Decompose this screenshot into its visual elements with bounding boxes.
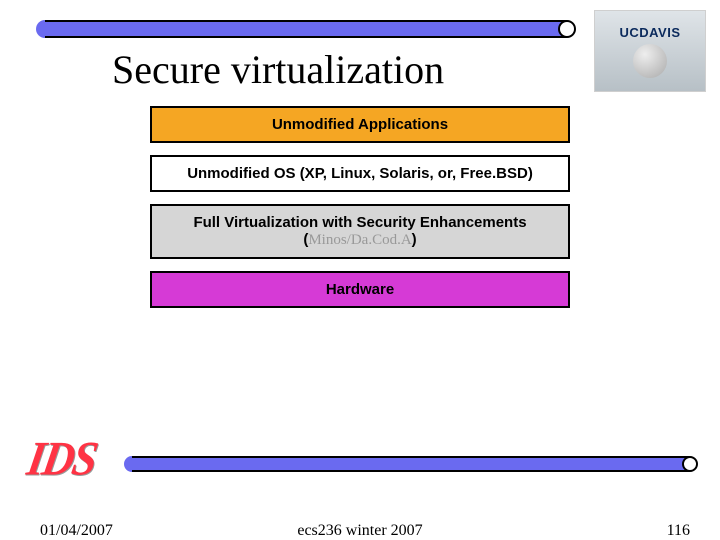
virtualization-stack: Unmodified Applications Unmodified OS (X… xyxy=(150,106,570,320)
virt-main-label: Full Virtualization with Security Enhanc… xyxy=(193,214,526,231)
rule-body xyxy=(132,456,690,472)
rule-body xyxy=(45,20,567,38)
ids-side-label: IDS xyxy=(23,430,100,486)
stack-layer-hardware: Hardware xyxy=(150,271,570,308)
top-rule-decoration xyxy=(36,20,576,38)
stack-layer-os: Unmodified OS (XP, Linux, Solaris, or, F… xyxy=(150,155,570,192)
stack-layer-virtualization: Full Virtualization with Security Enhanc… xyxy=(150,204,570,259)
logo-sphere-icon xyxy=(633,44,667,78)
rule-cap-right xyxy=(682,456,698,472)
stack-layer-applications: Unmodified Applications xyxy=(150,106,570,143)
footer-course: ecs236 winter 2007 xyxy=(0,522,720,540)
ucdavis-logo: UCDAVIS xyxy=(594,10,706,92)
virt-sub-close: ) xyxy=(412,231,417,248)
logo-text: UCDAVIS xyxy=(619,25,680,40)
footer-page-number: 116 xyxy=(667,522,690,540)
virt-sub-label: Minos/Da.Cod.A xyxy=(308,232,411,248)
page-title: Secure virtualization xyxy=(112,46,444,93)
rule-cap-right xyxy=(558,20,576,38)
bottom-rule-decoration xyxy=(124,456,698,472)
